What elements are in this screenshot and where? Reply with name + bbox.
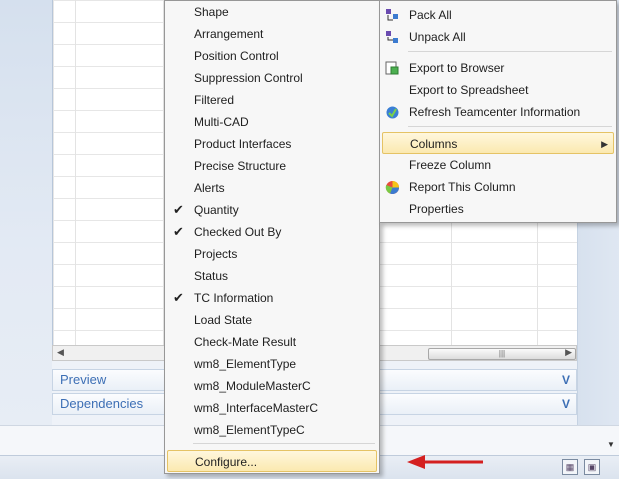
menu-item-label: Export to Browser <box>409 61 505 75</box>
menu-item-column-option[interactable]: Projects <box>167 243 377 265</box>
menu-item-label: Precise Structure <box>194 159 287 173</box>
menu-item-column-option[interactable]: Position Control <box>167 45 377 67</box>
menu-item-refresh-teamcenter[interactable]: Refresh Teamcenter Information <box>382 101 614 123</box>
menu-item-label: Shape <box>194 5 229 19</box>
menu-separator <box>408 51 612 52</box>
menu-item-label: Checked Out By <box>194 225 282 239</box>
menu-item-column-option[interactable]: wm8_ModuleMasterC <box>167 375 377 397</box>
menu-item-export-browser[interactable]: Export to Browser <box>382 57 614 79</box>
scroll-right-icon[interactable]: ▶ <box>565 347 572 358</box>
menu-item-export-spreadsheet[interactable]: Export to Spreadsheet <box>382 79 614 101</box>
menu-item-label: Product Interfaces <box>194 137 292 151</box>
menu-item-label: wm8_InterfaceMasterC <box>194 401 319 415</box>
menu-item-label: Freeze Column <box>409 158 492 172</box>
menu-item-column-option[interactable]: ✔ Quantity <box>167 199 377 221</box>
scroll-thumb[interactable]: ||| <box>428 348 576 360</box>
menu-item-label: Position Control <box>194 49 279 63</box>
menu-item-label: Projects <box>194 247 238 261</box>
menu-item-column-option[interactable]: wm8_ElementTypeC <box>167 419 377 441</box>
menu-item-label: Check-Mate Result <box>194 335 297 349</box>
chevron-down-icon[interactable]: V <box>562 370 570 390</box>
export-browser-icon <box>385 61 399 75</box>
dropdown-caret-icon[interactable]: ▼ <box>607 440 615 449</box>
fit-view-icon[interactable]: ▣ <box>584 459 600 475</box>
scroll-left-icon[interactable]: ◀ <box>57 347 64 358</box>
columns-submenu: Shape Arrangement Position Control Suppress… <box>164 0 380 474</box>
dependencies-panel-title: Dependencies <box>60 396 144 411</box>
menu-item-column-option[interactable]: Check-Mate Result <box>167 331 377 353</box>
pack-icon <box>386 9 398 21</box>
menu-item-unpack-all[interactable]: Unpack All <box>382 26 614 48</box>
menu-item-label: Unpack All <box>409 30 466 44</box>
menu-item-columns[interactable]: Columns ▶ <box>382 132 614 154</box>
annotation-arrow-icon <box>407 455 483 469</box>
menu-item-configure[interactable]: Configure... <box>167 450 377 472</box>
menu-item-column-option[interactable]: Multi-CAD <box>167 111 377 133</box>
menu-item-column-option[interactable]: Load State <box>167 309 377 331</box>
refresh-teamcenter-icon <box>386 106 399 119</box>
menu-item-column-option[interactable]: Alerts <box>167 177 377 199</box>
report-pie-icon <box>385 181 399 194</box>
menu-separator <box>193 443 375 444</box>
menu-item-column-option[interactable]: wm8_InterfaceMasterC <box>167 397 377 419</box>
menu-item-column-option[interactable]: ✔ Checked Out By <box>167 221 377 243</box>
menu-item-label: Status <box>194 269 229 283</box>
menu-item-column-option[interactable]: Arrangement <box>167 23 377 45</box>
context-menu: Pack All Unpack All Export to Browser Ex… <box>379 0 617 223</box>
menu-item-label: Alerts <box>194 181 225 195</box>
menu-item-label: Filtered <box>194 93 235 107</box>
menu-item-column-option[interactable]: Suppression Control <box>167 67 377 89</box>
left-side-pane <box>0 0 52 425</box>
menu-item-label: Columns <box>410 137 458 151</box>
menu-item-column-option[interactable]: ✔ TC Information <box>167 287 377 309</box>
menu-item-column-option[interactable]: Product Interfaces <box>167 133 377 155</box>
menu-item-label: wm8_ModuleMasterC <box>194 379 311 393</box>
menu-item-label: wm8_ElementTypeC <box>194 423 305 437</box>
checkmark-icon: ✔ <box>173 202 184 217</box>
menu-item-column-option[interactable]: wm8_ElementType <box>167 353 377 375</box>
menu-item-pack-all[interactable]: Pack All <box>382 4 614 26</box>
menu-item-column-option[interactable]: Status <box>167 265 377 287</box>
menu-item-label: Report This Column <box>409 180 516 194</box>
menu-item-freeze-column[interactable]: Freeze Column <box>382 154 614 176</box>
checkmark-icon: ✔ <box>173 290 184 305</box>
menu-item-label: Refresh Teamcenter Information <box>409 105 581 119</box>
menu-item-label: TC Information <box>194 291 274 305</box>
checkmark-icon: ✔ <box>173 224 184 239</box>
menu-item-label: Arrangement <box>194 27 264 41</box>
menu-separator <box>408 126 612 127</box>
menu-item-properties[interactable]: Properties <box>382 198 614 220</box>
grid-column-divider <box>75 0 76 345</box>
menu-item-column-option[interactable]: Filtered <box>167 89 377 111</box>
unpack-icon <box>386 31 398 43</box>
menu-item-label: Pack All <box>409 8 452 22</box>
menu-item-column-option[interactable]: Precise Structure <box>167 155 377 177</box>
menu-item-label: Quantity <box>194 203 239 217</box>
menu-item-column-option[interactable]: Shape <box>167 1 377 23</box>
menu-item-label: wm8_ElementType <box>194 357 297 371</box>
menu-item-label: Configure... <box>195 455 258 469</box>
submenu-arrow-icon: ▶ <box>601 139 608 149</box>
menu-item-label: Export to Spreadsheet <box>409 83 529 97</box>
menu-item-label: Load State <box>194 313 253 327</box>
menu-item-report-column[interactable]: Report This Column <box>382 176 614 198</box>
menu-item-label: Multi-CAD <box>194 115 249 129</box>
menu-item-label: Properties <box>409 202 464 216</box>
preview-panel-title: Preview <box>60 372 107 387</box>
menu-item-label: Suppression Control <box>194 71 303 85</box>
chevron-down-icon[interactable]: V <box>562 394 570 414</box>
grid-snap-icon[interactable]: ▦ <box>562 459 578 475</box>
